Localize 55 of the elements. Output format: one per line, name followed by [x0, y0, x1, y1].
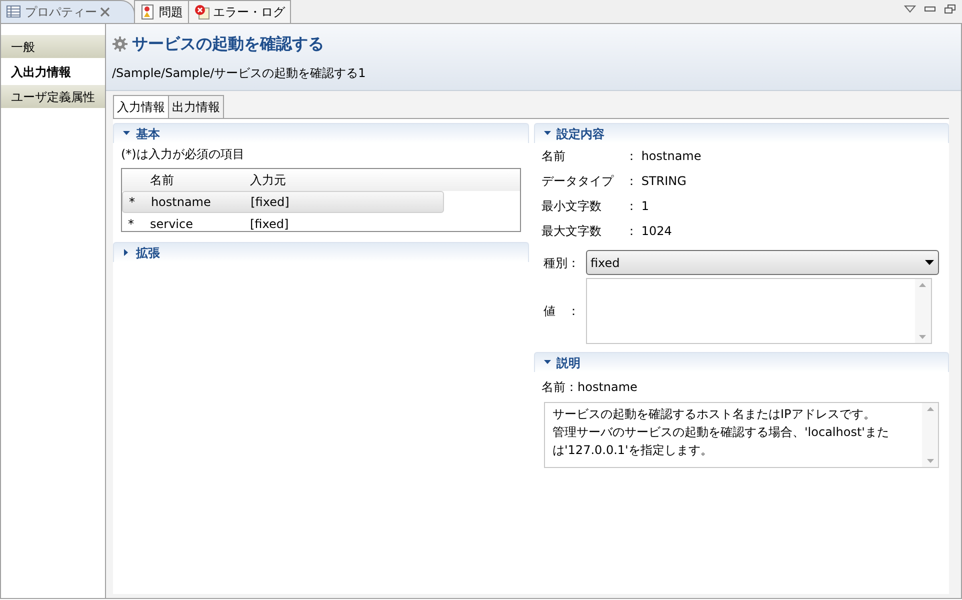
page-title: サービスの起動を確認する [132, 33, 324, 55]
property-value: ： STRING [626, 173, 686, 190]
column-header[interactable]: 名前 [148, 171, 248, 189]
scroll-down-icon [926, 459, 934, 463]
error-icon [194, 4, 210, 20]
scrollbar[interactable] [922, 403, 938, 467]
table-cell-text: [fixed] [249, 216, 290, 233]
field-label: 値 ： [544, 302, 580, 320]
section-header[interactable]: 基本 [113, 123, 528, 143]
property-value: ： 1024 [626, 223, 672, 240]
table-cell-text: service [149, 216, 194, 233]
property-label: 名前 [542, 148, 566, 165]
view-tab[interactable]: エラー・ログ [188, 0, 291, 23]
table-row[interactable]: * service [fixed] [122, 213, 520, 235]
gear-icon [112, 36, 128, 52]
table-row[interactable]: * hostname [fixed] [122, 191, 444, 213]
value-field[interactable] [586, 278, 932, 344]
field-label: 種別： [544, 254, 580, 272]
table-icon [6, 4, 22, 20]
scroll-down-icon [919, 335, 926, 339]
property-value: ： hostname [626, 148, 702, 165]
scroll-up-icon [919, 283, 926, 287]
section-header[interactable]: 説明 [534, 352, 949, 372]
tab[interactable]: 出力情報 [168, 95, 224, 118]
table-cell-text: hostname [150, 194, 212, 211]
view-menu-icon [904, 4, 916, 14]
clipboard-icon [140, 4, 156, 20]
property-value: ： 1 [626, 198, 649, 215]
tab[interactable]: 入力情報 [113, 95, 169, 118]
description-line: サービスの起動を確認するホスト名またはIPアドレスです。 [552, 406, 876, 423]
table-cell-text: * [127, 216, 135, 233]
description-line: 管理サーバのサービスの起動を確認する場合、'localhost'また [552, 424, 890, 441]
scrollbar[interactable] [914, 279, 930, 343]
name-text: 名前：hostname [540, 379, 638, 396]
dropdown-arrow-icon [925, 260, 934, 266]
scroll-up-icon [926, 407, 934, 411]
sidebar-item[interactable]: 一般 [1, 35, 105, 58]
description-line: は'127.0.0.1'を指定します。 [552, 442, 714, 459]
type-dropdown[interactable]: fixed [586, 250, 939, 275]
column-header[interactable]: 入力元 [248, 171, 443, 189]
table-cell-text: [fixed] [250, 194, 290, 211]
description-field[interactable]: サービスの起動を確認するホスト名またはIPアドレスです。 管理サーバのサービスの起動を確認する場合、'localhost'また は'127.0.0.1'を指定します。 [544, 402, 939, 468]
view-tab[interactable]: 問題 [134, 0, 189, 23]
section-header[interactable]: 拡張 [113, 242, 528, 262]
property-label: 最大文字数 [542, 223, 602, 240]
property-label: 最小文字数 [542, 198, 602, 215]
sidebar-item[interactable]: ユーザ定義属性 [1, 85, 105, 108]
table-cell-text: * [128, 194, 136, 211]
minimize-icon [924, 4, 936, 14]
note-text: (*)は入力が必須の項目 [120, 146, 246, 163]
view-tab[interactable]: プロパティー [0, 0, 135, 23]
section-header[interactable]: 設定内容 [534, 123, 949, 143]
path-text: /Sample/Sample/サービスの起動を確認する1 [112, 65, 367, 82]
restore-icon [944, 4, 956, 14]
property-label: データタイプ [542, 173, 615, 190]
